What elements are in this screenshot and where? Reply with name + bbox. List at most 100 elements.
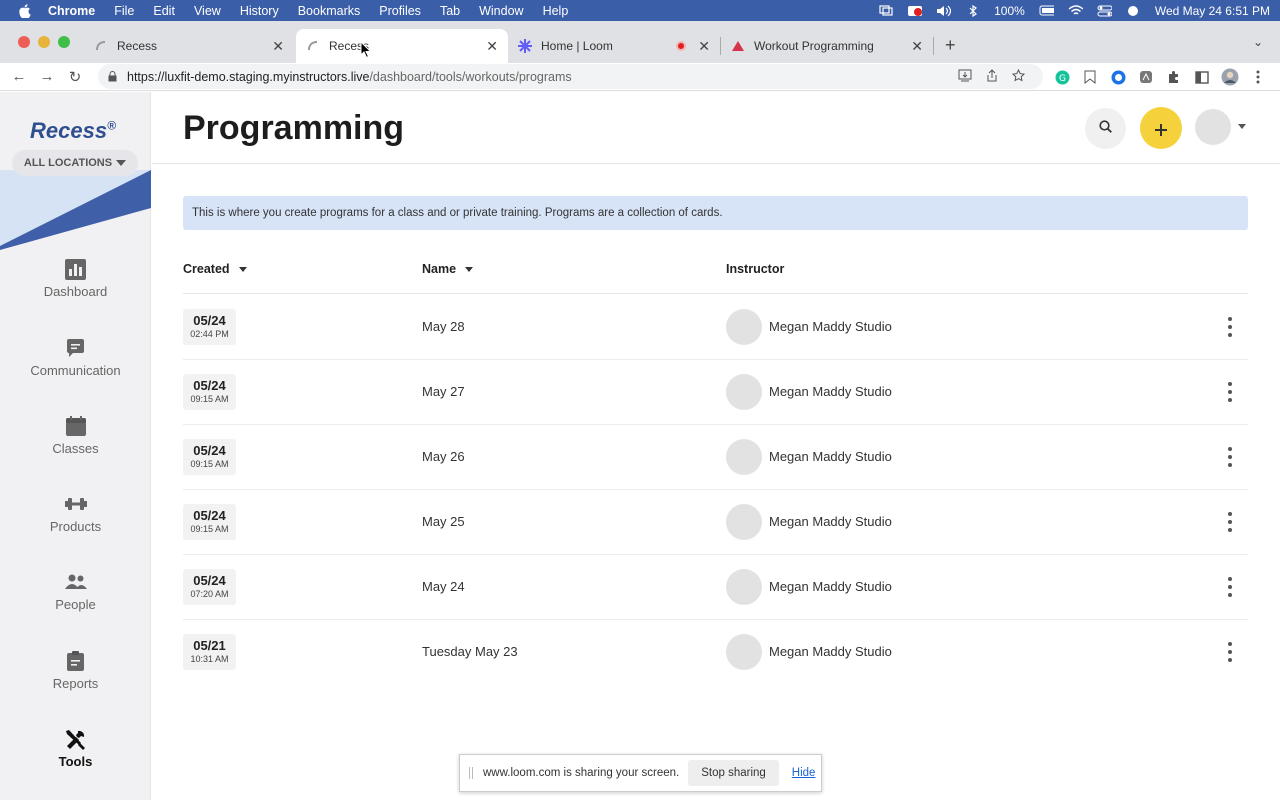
wifi-icon[interactable] [1068, 4, 1083, 17]
sidebar-item-label: Products [49, 519, 102, 534]
menu-help[interactable]: Help [543, 4, 569, 18]
table-row[interactable]: 05/24 09:15 AM May 27 Megan Maddy Studio [183, 360, 1248, 425]
bookmark-star-icon[interactable] [1011, 68, 1026, 85]
close-tab-icon[interactable]: ✕ [911, 38, 923, 55]
table-row[interactable]: 05/24 09:15 AM May 26 Megan Maddy Studio [183, 425, 1248, 490]
menu-view[interactable]: View [194, 4, 221, 18]
screen-mirroring-icon[interactable] [878, 5, 893, 17]
add-button[interactable] [1140, 107, 1182, 149]
brand-logo[interactable]: Recess® [30, 118, 116, 144]
browser-tab-strip: Recess ✕ Recess ✕ Home | Loom ✕ Workout … [0, 21, 1280, 63]
row-menu-icon[interactable] [1226, 512, 1234, 532]
battery-percent: 100% [994, 3, 1025, 18]
close-window-button[interactable] [18, 36, 30, 48]
vpn-extension-icon[interactable] [1137, 68, 1155, 86]
calendar-icon [65, 415, 87, 437]
menu-file[interactable]: File [114, 4, 134, 18]
table-row[interactable]: 05/21 10:31 AM Tuesday May 23 Megan Madd… [183, 620, 1248, 685]
menu-bookmarks[interactable]: Bookmarks [298, 4, 361, 18]
browser-tab[interactable]: Recess ✕ [84, 29, 294, 63]
install-app-icon[interactable] [958, 69, 972, 85]
sidebar-item-dashboard[interactable]: Dashboard [0, 258, 151, 299]
back-arrow-icon[interactable]: ← [5, 68, 33, 85]
sidebar-item-reports[interactable]: Reports [0, 650, 151, 691]
table-row[interactable]: 05/24 09:15 AM May 25 Megan Maddy Studio [183, 490, 1248, 555]
reload-icon[interactable]: ↻ [61, 68, 89, 86]
share-icon[interactable] [986, 68, 998, 85]
account-menu-caret-icon[interactable] [1238, 124, 1246, 129]
row-menu-icon[interactable] [1226, 382, 1234, 402]
address-bar[interactable]: https://luxfit-demo.staging.myinstructor… [98, 64, 1043, 89]
people-icon [64, 571, 87, 593]
bluetooth-icon[interactable] [965, 4, 980, 17]
forward-arrow-icon[interactable]: → [33, 68, 61, 85]
battery-icon[interactable] [1039, 5, 1054, 17]
program-name[interactable]: May 24 [422, 579, 465, 594]
loom-favicon-icon [518, 39, 532, 53]
menubar-clock[interactable]: Wed May 24 6:51 PM [1155, 4, 1270, 18]
bookmark-extension-icon[interactable] [1081, 68, 1099, 86]
browser-tab[interactable]: Home | Loom ✕ [508, 29, 720, 63]
minimize-window-button[interactable] [38, 36, 50, 48]
table-row[interactable]: 05/24 07:20 AM May 24 Megan Maddy Studio [183, 555, 1248, 620]
stop-sharing-button[interactable]: Stop sharing [688, 760, 779, 786]
program-name[interactable]: Tuesday May 23 [422, 644, 518, 659]
grammarly-extension-icon[interactable]: G [1053, 68, 1071, 86]
chrome-menu-icon[interactable] [1249, 68, 1267, 86]
new-tab-plus-icon[interactable]: + [945, 35, 956, 56]
caret-down-icon [116, 160, 127, 166]
close-tab-icon[interactable]: ✕ [486, 38, 498, 55]
created-time: 07:20 AM [190, 589, 229, 599]
menu-edit[interactable]: Edit [153, 4, 175, 18]
browser-tab-active[interactable]: Recess ✕ [296, 29, 508, 63]
location-selector[interactable]: ALL LOCATIONS [12, 150, 138, 176]
menu-app-name[interactable]: Chrome [48, 4, 95, 18]
recess-favicon-icon [306, 39, 320, 53]
profile-avatar-icon[interactable] [1221, 68, 1239, 86]
search-button[interactable] [1085, 108, 1126, 149]
lock-icon[interactable] [108, 71, 118, 82]
instructor-name: Megan Maddy Studio [769, 579, 892, 594]
close-tab-icon[interactable]: ✕ [698, 38, 710, 55]
menu-tab[interactable]: Tab [440, 4, 460, 18]
created-date-badge: 05/24 02:44 PM [183, 309, 236, 345]
row-menu-icon[interactable] [1226, 447, 1234, 467]
user-switch-icon[interactable] [1126, 5, 1141, 17]
table-row[interactable]: 05/24 02:44 PM May 28 Megan Maddy Studio [183, 295, 1248, 360]
row-menu-icon[interactable] [1226, 317, 1234, 337]
column-header-name[interactable]: Name [422, 262, 474, 276]
menu-history[interactable]: History [240, 4, 279, 18]
apple-icon[interactable] [18, 3, 32, 18]
tab-search-chevron-icon[interactable]: ⌄ [1253, 35, 1263, 49]
program-name[interactable]: May 27 [422, 384, 465, 399]
column-header-created[interactable]: Created [183, 262, 247, 276]
hide-link[interactable]: Hide [792, 767, 816, 779]
program-name[interactable]: May 28 [422, 319, 465, 334]
sidebar-item-people[interactable]: People [0, 571, 151, 612]
row-menu-icon[interactable] [1226, 577, 1234, 597]
row-menu-icon[interactable] [1226, 642, 1234, 662]
sidebar-item-classes[interactable]: Classes [0, 415, 151, 456]
extensions-puzzle-icon[interactable] [1165, 68, 1183, 86]
tab-title: Recess [117, 39, 158, 53]
circle-extension-icon[interactable] [1109, 68, 1127, 86]
sidebar-item-tools[interactable]: Tools [0, 728, 151, 769]
browser-tab[interactable]: Workout Programming ✕ [721, 29, 933, 63]
menu-profiles[interactable]: Profiles [379, 4, 421, 18]
volume-icon[interactable] [936, 5, 952, 17]
sidebar-item-products[interactable]: Products [0, 493, 151, 534]
program-name[interactable]: May 26 [422, 449, 465, 464]
search-icon [1099, 119, 1112, 138]
drag-handle-icon[interactable] [469, 767, 473, 779]
control-center-icon[interactable] [1097, 5, 1112, 17]
menu-window[interactable]: Window [479, 4, 523, 18]
close-tab-icon[interactable]: ✕ [272, 38, 284, 55]
side-panel-icon[interactable] [1193, 68, 1211, 86]
maximize-window-button[interactable] [58, 36, 70, 48]
recording-icon[interactable] [907, 5, 923, 17]
program-name[interactable]: May 25 [422, 514, 465, 529]
sort-caret-icon [465, 266, 474, 272]
plus-icon [1154, 113, 1168, 144]
user-avatar[interactable] [1195, 109, 1231, 145]
sidebar-item-communication[interactable]: Communication [0, 337, 151, 378]
